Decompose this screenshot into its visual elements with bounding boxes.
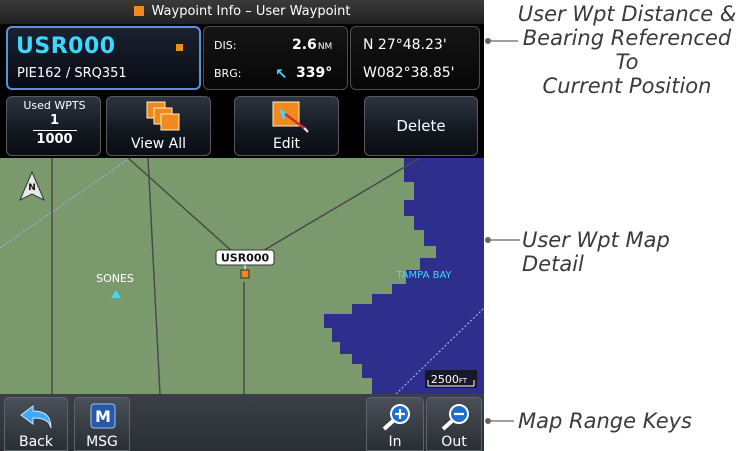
water-area-small: [392, 298, 406, 308]
edit-label: Edit: [272, 136, 301, 152]
callout-line: User Wpt Distance &: [517, 2, 737, 26]
callout-line: Bearing Referenced To: [522, 26, 732, 74]
waypoint-comment: PIE162 / SRQ351: [17, 66, 127, 81]
distance-bearing-callout: User Wpt Distance & Bearing Referenced T…: [516, 2, 738, 98]
title-bar: Waypoint Info – User Waypoint: [0, 0, 484, 24]
svg-text:M: M: [95, 407, 111, 426]
map-canvas: N SONES USR000 TAMPA BAY 2500FT: [0, 158, 484, 394]
edit-button[interactable]: Edit: [234, 96, 339, 156]
used-wpts-label: Used WPTS: [23, 99, 86, 112]
used-wpts-max: 1000: [36, 132, 73, 147]
used-waypoints-indicator: Used WPTS 1 1000: [6, 96, 101, 156]
window-title: Waypoint Info – User Waypoint: [151, 4, 351, 19]
zoom-in-button[interactable]: In: [366, 397, 424, 451]
tampa-bay-label: TAMPA BAY: [395, 270, 452, 281]
sones-label: SONES: [96, 272, 134, 285]
view-all-button[interactable]: View All: [106, 96, 211, 156]
back-arrow-icon: [20, 405, 52, 429]
message-icon: M: [90, 403, 116, 429]
range-value: 2500: [431, 373, 459, 386]
distance-bearing-box: DIS: 2.6NM BRG: ↖ 339°: [203, 26, 348, 90]
range-keys-callout: Map Range Keys: [518, 409, 692, 433]
bearing-label: BRG:: [214, 67, 242, 80]
msg-button[interactable]: M MSG: [74, 397, 130, 451]
callout-line: Current Position: [542, 74, 712, 98]
msg-label: MSG: [86, 434, 118, 450]
view-all-icon: [146, 101, 180, 131]
range-unit: FT: [459, 377, 468, 385]
device-screen: Waypoint Info – User Waypoint USR000 PIE…: [0, 0, 484, 451]
latitude-value: N 27°48.23': [363, 37, 447, 53]
delete-label: Delete: [396, 117, 446, 135]
waypoint-title-icon: [133, 6, 144, 16]
map-detail-callout: User Wpt Map Detail: [522, 228, 670, 276]
user-waypoint-map-label: USR000: [221, 252, 270, 265]
water-area-inlet: [430, 230, 444, 242]
waypoint-ident: USR000: [16, 34, 116, 59]
back-label: Back: [19, 434, 53, 450]
edit-icon: [272, 101, 309, 133]
back-button[interactable]: Back: [4, 397, 68, 451]
delete-button[interactable]: Delete: [364, 96, 478, 156]
user-waypoint-map[interactable]: N SONES USR000 TAMPA BAY 2500FT: [0, 158, 484, 394]
zoom-in-label: In: [388, 434, 402, 450]
distance-label: DIS:: [214, 39, 237, 52]
waypoint-ident-button[interactable]: USR000 PIE162 / SRQ351: [6, 26, 201, 90]
map-range-scale: 2500FT: [425, 370, 477, 388]
longitude-value: W082°38.85': [363, 65, 455, 81]
north-label: N: [28, 183, 36, 193]
used-wpts-count: 1: [49, 113, 60, 128]
user-waypoint-icon: [176, 44, 183, 51]
bearing-value: 339°: [296, 65, 333, 81]
position-box: N 27°48.23' W082°38.85': [350, 26, 480, 90]
zoom-in-icon: [382, 404, 410, 431]
zoom-out-icon: [441, 404, 469, 431]
waypoint-info-panel: USR000 PIE162 / SRQ351 DIS: 2.6NM BRG: ↖…: [4, 26, 484, 92]
view-all-label: View All: [130, 136, 187, 152]
fraction-divider: [33, 130, 77, 131]
bottom-key-bar: Back M MSG In Out: [0, 394, 484, 451]
zoom-out-button[interactable]: Out: [426, 397, 482, 451]
zoom-out-label: Out: [441, 434, 467, 450]
user-waypoint-map-icon[interactable]: [240, 269, 250, 279]
bearing-arrow-icon: ↖: [275, 65, 288, 83]
distance-value: 2.6NM: [292, 37, 333, 53]
